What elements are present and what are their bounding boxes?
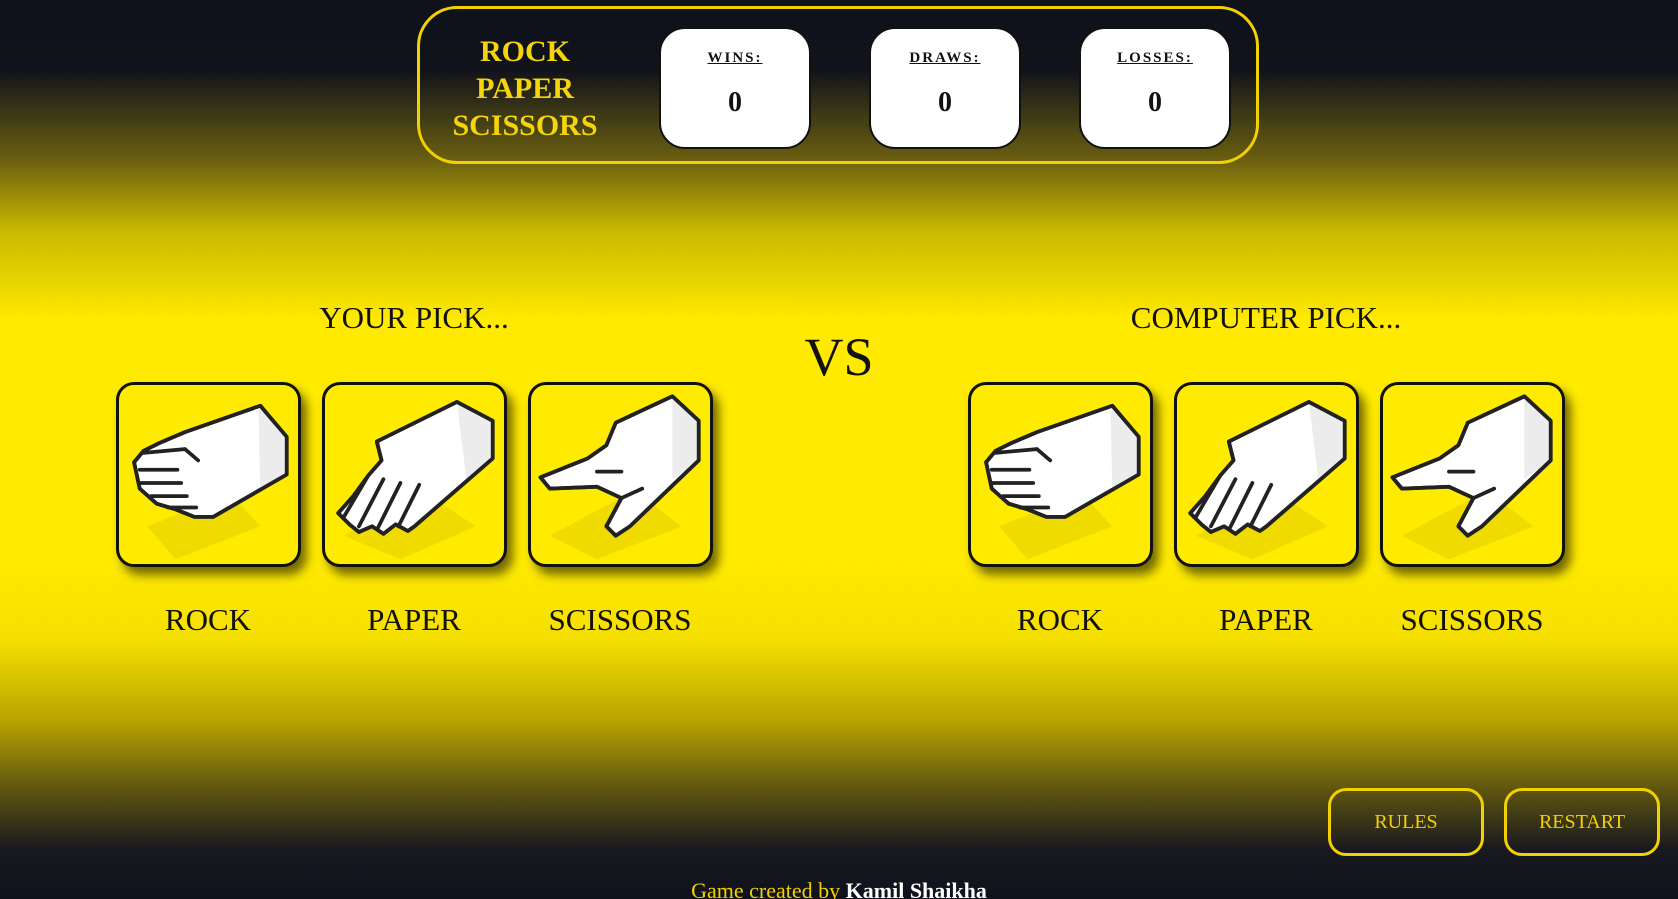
player-scissors-card[interactable] — [528, 382, 713, 567]
vs-text: VS — [804, 327, 874, 387]
footer-author: Kamil Shaikha — [845, 878, 987, 899]
player-scissors-label: SCISSORS — [548, 602, 692, 637]
losses-value: 0 — [1148, 87, 1162, 118]
title-line-rock: ROCK — [480, 35, 570, 68]
your-pick-heading: YOUR PICK... — [319, 300, 509, 335]
computer-rock-label: ROCK — [1016, 602, 1104, 637]
draws-label: DRAWS: — [909, 50, 981, 66]
computer-pick-heading: COMPUTER PICK... — [1130, 300, 1402, 335]
restart-button[interactable]: RESTART — [1504, 788, 1660, 856]
title-line-scissors: SCISSORS — [452, 109, 598, 142]
draws-value: 0 — [938, 87, 952, 118]
footer-credit: Game created by Kamil Shaikha — [0, 878, 1678, 899]
wins-score-box: WINS: 0 — [659, 27, 811, 149]
computer-rock-card — [968, 382, 1153, 567]
computer-paper-label: PAPER — [1219, 602, 1313, 637]
losses-label: LOSSES: — [1117, 50, 1193, 66]
rock-hand-icon — [132, 403, 289, 562]
draws-score-box: DRAWS: 0 — [869, 27, 1021, 149]
scissors-hand-icon — [1390, 394, 1553, 562]
rock-hand-icon — [984, 403, 1141, 562]
computer-scissors-card — [1380, 382, 1565, 567]
player-paper-card[interactable] — [322, 382, 507, 567]
paper-hand-icon — [336, 400, 495, 562]
player-rock-label: ROCK — [164, 602, 252, 637]
wins-value: 0 — [728, 87, 742, 118]
player-paper-label: PAPER — [367, 602, 461, 637]
wins-label: WINS: — [707, 50, 763, 66]
scissors-hand-icon — [538, 394, 701, 562]
game-title: ROCK PAPER SCISSORS — [440, 33, 610, 144]
paper-hand-icon — [1188, 400, 1347, 562]
rules-button[interactable]: RULES — [1328, 788, 1484, 856]
scoreboard-header: ROCK PAPER SCISSORS WINS: 0 DRAWS: 0 LOS… — [417, 6, 1259, 164]
losses-score-box: LOSSES: 0 — [1079, 27, 1231, 149]
computer-paper-card — [1174, 382, 1359, 567]
computer-scissors-label: SCISSORS — [1400, 602, 1544, 637]
title-line-paper: PAPER — [476, 72, 574, 105]
footer-prefix: Game created by — [691, 878, 841, 899]
player-rock-card[interactable] — [116, 382, 301, 567]
